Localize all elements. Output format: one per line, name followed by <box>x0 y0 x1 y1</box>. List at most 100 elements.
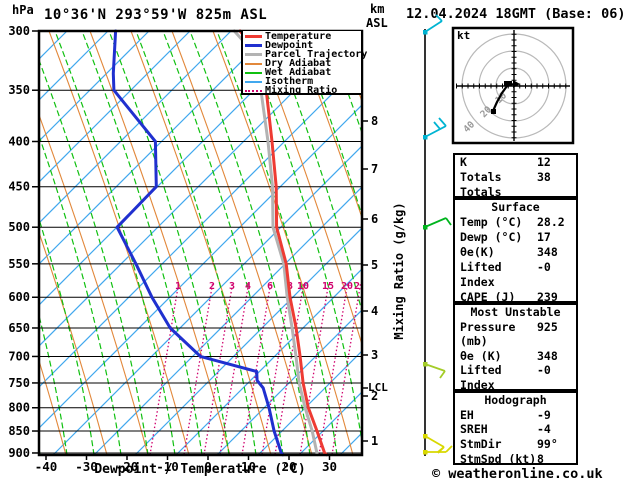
panel-row-value: 17 <box>537 230 551 244</box>
copyright-watermark: © weatheronline.co.uk <box>432 466 603 482</box>
panel-row-label: Lifted Index <box>460 260 502 289</box>
pressure-tick-label: 500 <box>8 220 30 234</box>
pressure-tick-label: 650 <box>8 321 30 335</box>
indices-panel-hodograph: Hodograph EH -9 SREH -4 StmDir 99° StmSpd (kt) 8 <box>453 391 578 465</box>
panel-row: Pressure (mb) 925 <box>460 320 571 349</box>
panel-row-value: -0 <box>537 363 551 378</box>
panel-row-value: 12 <box>537 155 551 169</box>
isotherm-line <box>39 31 273 265</box>
hodograph-unit-label: kt <box>457 29 471 42</box>
wind-barb <box>423 362 446 379</box>
legend-swatch-isotherm <box>245 80 262 83</box>
pressure-tick-label: 850 <box>8 424 30 438</box>
pressure-tick-label: 700 <box>8 349 30 363</box>
pressure-tick-label: 800 <box>8 401 30 415</box>
km-tick-label: 6 <box>371 212 378 226</box>
indices-panel-most-unstable: Most Unstable Pressure (mb) 925 θe (K) 348 Li… <box>453 303 578 391</box>
km-tick-label: 4 <box>371 304 378 318</box>
mixing-ratio-axis-label: Mixing Ratio (g/kg) <box>392 202 406 340</box>
panel-row: K 12 <box>460 155 571 170</box>
legend-item: Mixing Ratio <box>245 85 361 96</box>
panel-row: Dewp (°C) 17 <box>460 230 571 245</box>
panel-row-label: StmDir <box>460 437 502 452</box>
mixing-ratio-value-label: 1 <box>175 281 181 292</box>
panel-row-value: 8 <box>537 451 544 465</box>
wind-barb <box>423 117 447 140</box>
panel-row-label: θe(K) <box>460 245 495 259</box>
lcl-marker-label: LCL <box>368 381 388 394</box>
panel-row-label: Lifted Index <box>460 363 502 391</box>
legend-label: Mixing Ratio <box>265 85 338 96</box>
panel-row: StmDir 99° <box>460 437 571 452</box>
legend-swatch-wet_adiabat <box>245 71 262 74</box>
panel-row-value: 348 <box>537 245 558 259</box>
mixing-ratio-value-label: 15 <box>322 281 334 292</box>
panel-row: StmSpd (kt) 8 <box>460 451 571 465</box>
panel-row-label: Totals Totals <box>460 170 502 198</box>
legend-swatch-parcel <box>245 53 262 56</box>
panel-row-value: 348 <box>537 348 558 363</box>
panel-row-value: -0 <box>537 260 551 274</box>
panel-row-label: Dewp (°C) <box>460 230 523 244</box>
indices-panel: K12Totals Totals38PW (cm)1.78 <box>453 153 578 198</box>
panel-row-label: Temp (°C) <box>460 215 523 229</box>
panel-title: Surface <box>491 200 540 214</box>
chart-legend: Temperature Dewpoint Parcel Trajectory Dry … <box>241 31 367 96</box>
indices-panel-surface: Surface Temp (°C) 28.2 Dewp (°C) 17 θe(K) 348 L… <box>453 198 578 303</box>
legend-swatch-mixing_ratio <box>245 89 262 92</box>
km-tick-label: 8 <box>371 114 378 128</box>
x-axis-label: Dewpoint / Temperature (°C) <box>94 462 306 477</box>
legend-swatch-dewpoint <box>245 44 262 47</box>
panel-row-label: EH <box>460 407 474 422</box>
panel-row: CAPE (J) 239 <box>460 290 571 303</box>
mixing-ratio-value-label: 3 <box>229 281 235 292</box>
mixing-ratio-line <box>261 283 292 455</box>
wind-barb <box>423 445 453 455</box>
panel-row: Totals Totals 38 <box>460 170 571 198</box>
panel-row: Lifted Index -0 <box>460 363 571 391</box>
panel-row-value: -9 <box>537 407 551 422</box>
pressure-tick-label: 450 <box>8 180 30 194</box>
mixing-ratio-value-label: 20 <box>341 281 353 292</box>
panel-row-label: CAPE (J) <box>460 290 516 303</box>
panel-row-label: Pressure (mb) <box>460 319 516 349</box>
panel-row-label: K <box>460 155 467 169</box>
mixing-ratio-value-label: 25 <box>354 281 366 292</box>
wind-barb <box>423 217 452 230</box>
wind-barb <box>423 14 443 35</box>
legend-swatch-temperature <box>245 35 262 38</box>
panel-row: EH -9 <box>460 408 571 423</box>
mixing-ratio-value-label: 2 <box>209 281 215 292</box>
panel-row-value: 925 <box>537 319 558 334</box>
panel-row: Lifted Index -0 <box>460 260 571 290</box>
pressure-tick-label: 350 <box>8 83 30 97</box>
isotherm-line <box>39 31 232 224</box>
panel-row-value: 99° <box>537 437 558 452</box>
pressure-tick-label: 400 <box>8 134 30 148</box>
pressure-tick-label: 300 <box>8 24 30 38</box>
km-tick-label: 1 <box>371 434 378 448</box>
panel-row-value: 239 <box>537 290 558 303</box>
panel-row: SREH -4 <box>460 422 571 437</box>
mixing-ratio-value-label: 6 <box>267 281 273 292</box>
pressure-tick-label: 550 <box>8 257 30 271</box>
km-tick-label: 3 <box>371 348 378 362</box>
panel-row: θe (K) 348 <box>460 349 571 364</box>
mixing-ratio-value-label: 10 <box>297 281 309 292</box>
panel-row-label: SREH <box>460 422 488 437</box>
panel-row-label: θe (K) <box>460 348 502 363</box>
panel-row-value: 38 <box>537 170 551 184</box>
km-tick-label: 7 <box>371 162 378 176</box>
pressure-tick-label: 750 <box>8 376 30 390</box>
panel-row-label: StmSpd (kt) <box>460 451 537 465</box>
km-tick-label: 5 <box>371 258 378 272</box>
panel-row-value: -4 <box>537 422 551 437</box>
mixing-ratio-value-label: 4 <box>245 281 251 292</box>
skewt-sounding-page: hPa 10°36'N 293°59'W 825m ASL km ASL 12.… <box>0 0 629 486</box>
pressure-tick-label: 900 <box>8 446 30 460</box>
panel-row-value: 28.2 <box>537 215 565 229</box>
panel-title: Most Unstable <box>470 305 561 319</box>
mixing-ratio-line <box>149 283 180 455</box>
hodograph: 102040 <box>451 26 575 145</box>
panel-row: Temp (°C) 28.2 <box>460 215 571 230</box>
